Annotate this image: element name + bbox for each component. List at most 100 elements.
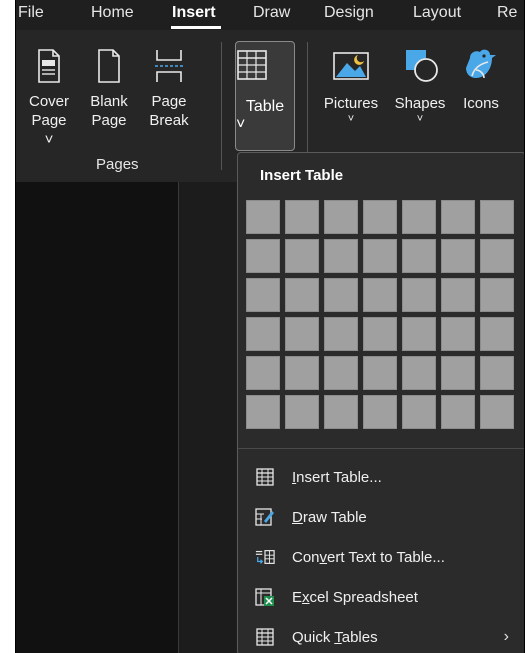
quick-tables-menu-item[interactable]: Quick Tables › — [238, 617, 524, 653]
insert-table-dropdown: Insert Table Insert Table... Draw Table … — [237, 152, 524, 653]
table-grid-cell[interactable] — [441, 239, 475, 273]
shapes-icon — [406, 50, 438, 82]
page-break-button[interactable]: Page Break — [144, 48, 194, 130]
insert-table-menu-item[interactable]: Insert Table... — [238, 457, 524, 497]
dropdown-separator — [238, 448, 524, 449]
icons-icon — [466, 49, 496, 79]
document-canvas[interactable] — [16, 182, 178, 653]
table-size-grid[interactable] — [246, 200, 514, 429]
page-break-icon — [155, 50, 183, 82]
insert-table-menu: Insert Table... Draw Table Convert Text … — [238, 457, 524, 653]
pages-group-label: Pages — [96, 156, 139, 173]
table-grid-cell[interactable] — [363, 278, 397, 312]
table-grid-cell[interactable] — [480, 356, 514, 390]
table-grid-cell[interactable] — [285, 239, 319, 273]
tab-layout[interactable]: Layout — [413, 4, 461, 22]
icons-button[interactable]: Icons — [456, 48, 506, 113]
table-grid-cell[interactable] — [480, 317, 514, 351]
draw-table-label: Draw Table — [292, 508, 367, 526]
table-grid-cell[interactable] — [363, 395, 397, 429]
shapes-button[interactable]: Shapes ˅ — [392, 48, 448, 125]
draw-table-icon — [255, 507, 275, 527]
table-button[interactable]: Table ˅ — [235, 41, 295, 151]
word-window: File Home Insert Draw Design Layout Re C… — [15, 0, 525, 653]
table-grid-cell[interactable] — [246, 200, 280, 234]
document-margin — [178, 182, 236, 653]
shapes-label: Shapes — [394, 95, 446, 112]
table-grid-cell[interactable] — [285, 317, 319, 351]
convert-text-icon — [255, 547, 275, 567]
submenu-arrow-icon: › — [503, 628, 509, 645]
table-label: Table — [245, 98, 285, 115]
convert-text-menu-item[interactable]: Convert Text to Table... — [238, 537, 524, 577]
table-grid-cell[interactable] — [402, 239, 436, 273]
blank-page-label-2: Page — [91, 112, 127, 129]
table-grid-cell[interactable] — [285, 395, 319, 429]
table-grid-cell[interactable] — [480, 278, 514, 312]
ribbon-separator — [221, 42, 222, 170]
table-grid-cell[interactable] — [246, 395, 280, 429]
table-grid-cell[interactable] — [441, 317, 475, 351]
table-grid-cell[interactable] — [246, 356, 280, 390]
cover-page-icon — [38, 49, 60, 83]
page-edge-line — [178, 182, 179, 653]
table-grid-cell[interactable] — [402, 200, 436, 234]
draw-table-menu-item[interactable]: Draw Table — [238, 497, 524, 537]
pictures-label: Pictures — [323, 95, 379, 112]
table-grid-cell[interactable] — [480, 239, 514, 273]
table-grid-cell[interactable] — [402, 317, 436, 351]
pictures-chevron-icon: ˅ — [347, 113, 355, 125]
table-grid-cell[interactable] — [324, 239, 358, 273]
table-grid-cell[interactable] — [324, 278, 358, 312]
pictures-button[interactable]: Pictures ˅ — [318, 48, 384, 125]
table-grid-cell[interactable] — [480, 395, 514, 429]
table-grid-cell[interactable] — [441, 200, 475, 234]
table-grid-cell[interactable] — [324, 317, 358, 351]
shapes-chevron-icon: ˅ — [416, 113, 424, 125]
table-grid-cell[interactable] — [402, 356, 436, 390]
excel-spreadsheet-menu-item[interactable]: Excel Spreadsheet — [238, 577, 524, 617]
table-grid-cell[interactable] — [324, 356, 358, 390]
table-grid-cell[interactable] — [285, 278, 319, 312]
excel-spreadsheet-icon — [255, 587, 275, 607]
tab-insert[interactable]: Insert — [172, 4, 216, 22]
table-grid-cell[interactable] — [363, 239, 397, 273]
table-grid-cell[interactable] — [480, 200, 514, 234]
convert-text-label: Convert Text to Table... — [292, 548, 445, 566]
icons-label: Icons — [463, 95, 499, 112]
blank-page-icon — [98, 49, 120, 83]
table-grid-cell[interactable] — [324, 200, 358, 234]
table-grid-cell[interactable] — [441, 278, 475, 312]
table-grid-cell[interactable] — [246, 278, 280, 312]
tab-draw[interactable]: Draw — [253, 4, 290, 22]
table-grid-cell[interactable] — [363, 356, 397, 390]
table-grid-cell[interactable] — [402, 395, 436, 429]
ribbon-separator-2 — [307, 42, 308, 170]
pictures-icon — [333, 52, 369, 80]
table-grid-cell[interactable] — [441, 395, 475, 429]
cover-page-button[interactable]: Cover Page ˅ — [26, 48, 72, 149]
tab-design[interactable]: Design — [324, 4, 374, 22]
tab-references[interactable]: Re — [497, 4, 517, 22]
active-tab-indicator — [171, 26, 221, 29]
blank-page-button[interactable]: Blank Page — [86, 48, 132, 130]
insert-table-icon — [255, 467, 275, 487]
tab-file[interactable]: File — [18, 4, 44, 22]
table-grid-cell[interactable] — [402, 278, 436, 312]
page-break-label-1: Page — [151, 93, 187, 110]
insert-table-title: Insert Table — [260, 167, 344, 184]
tab-home[interactable]: Home — [91, 4, 134, 22]
insert-table-label: Insert Table... — [292, 468, 382, 486]
ribbon-tabs: File Home Insert Draw Design Layout Re — [16, 0, 524, 30]
table-grid-cell[interactable] — [363, 200, 397, 234]
table-grid-cell[interactable] — [246, 317, 280, 351]
table-grid-cell[interactable] — [246, 239, 280, 273]
table-grid-cell[interactable] — [285, 356, 319, 390]
blank-page-label-1: Blank — [90, 93, 128, 110]
table-grid-cell[interactable] — [285, 200, 319, 234]
table-chevron-icon: ˅ — [236, 116, 246, 133]
table-grid-cell[interactable] — [363, 317, 397, 351]
excel-spreadsheet-label: Excel Spreadsheet — [292, 588, 418, 606]
table-grid-cell[interactable] — [324, 395, 358, 429]
table-grid-cell[interactable] — [441, 356, 475, 390]
